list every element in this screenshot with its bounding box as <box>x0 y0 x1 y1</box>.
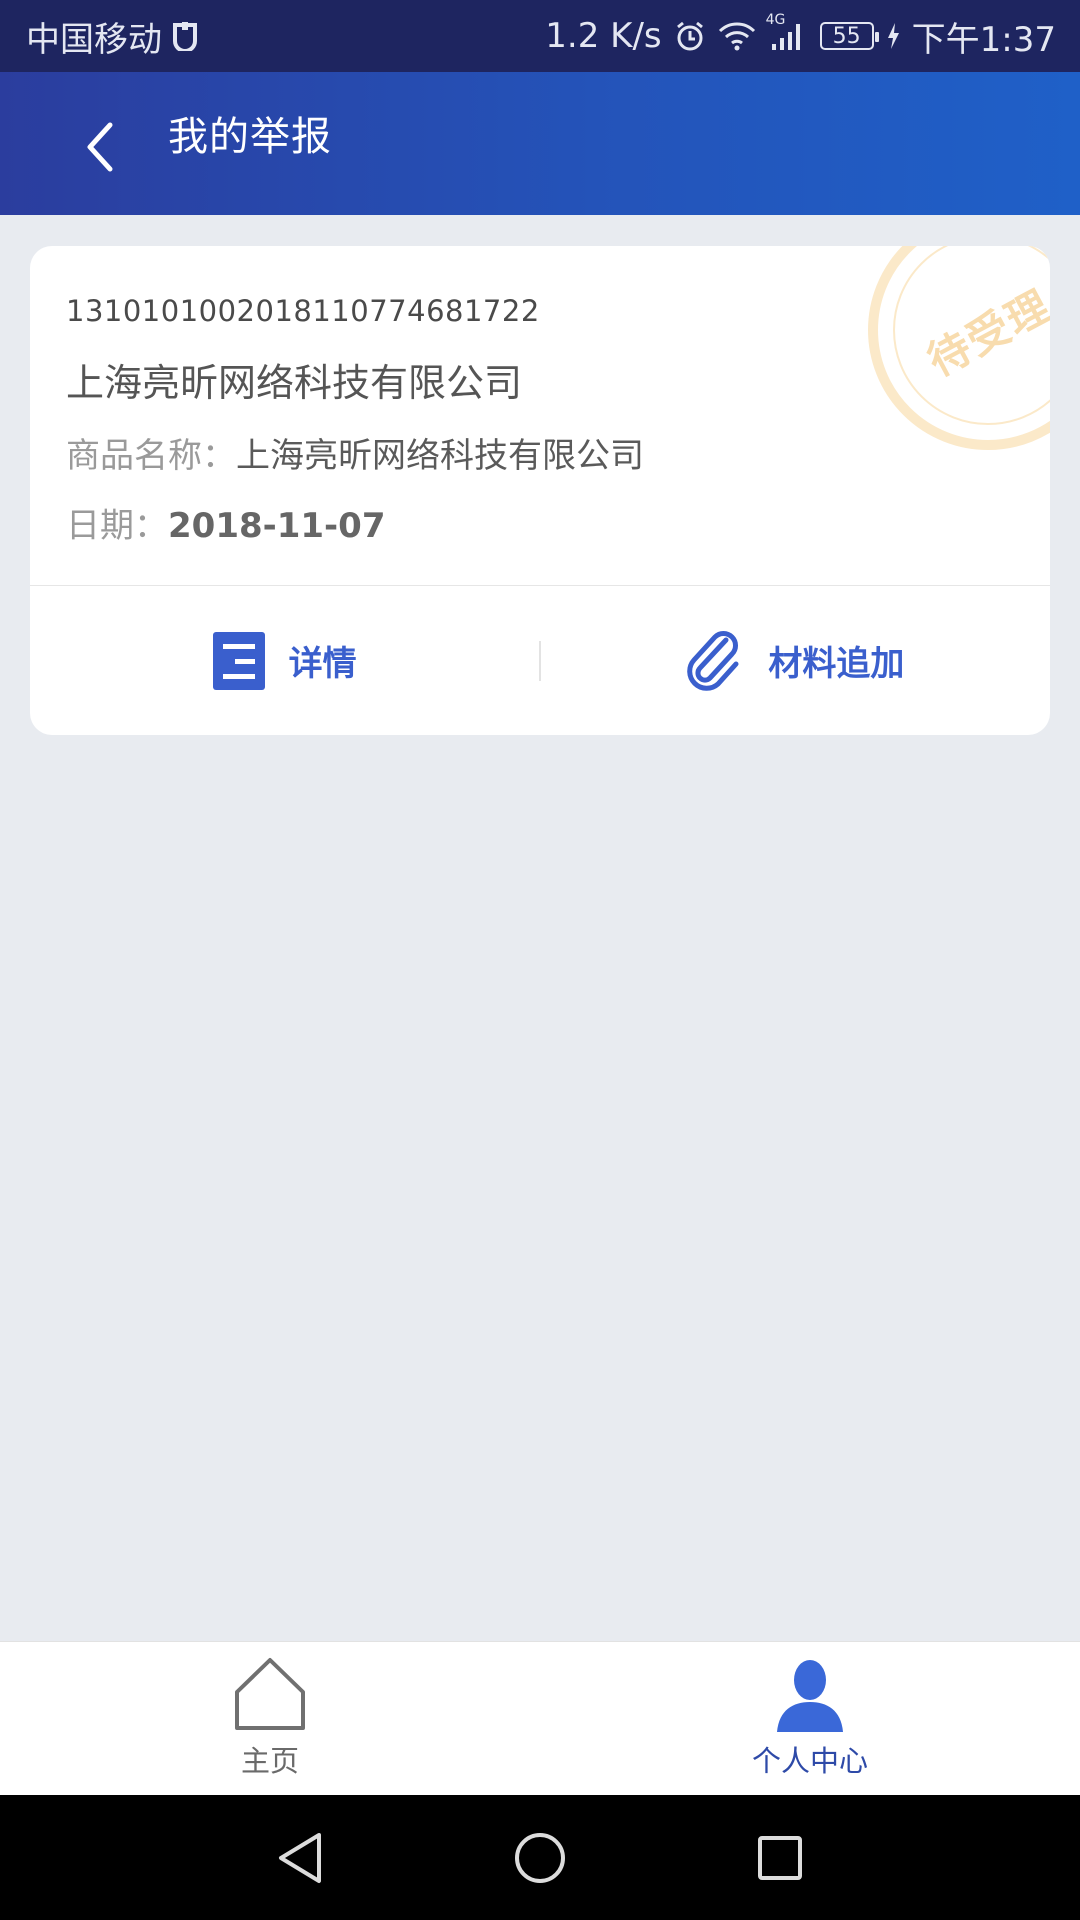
triangle-back-icon <box>279 1832 321 1883</box>
report-id: 1310101002018110774681722 <box>66 294 540 328</box>
carrier-name: 中国移动 <box>26 19 162 60</box>
add-material-label: 材料追加 <box>768 644 905 684</box>
date-label: 日期： <box>66 506 168 546</box>
paperclip-icon <box>687 630 739 691</box>
detail-button[interactable]: 详情 <box>30 586 539 735</box>
product-row: 商品名称：上海亮昕网络科技有限公司 <box>66 428 644 477</box>
nav-item-home[interactable]: 主页 <box>0 1642 540 1795</box>
square-recents-icon <box>758 1835 802 1880</box>
system-home-button[interactable] <box>420 1795 660 1920</box>
circle-home-icon <box>515 1832 565 1883</box>
company-name: 上海亮昕网络科技有限公司 <box>66 361 523 405</box>
home-icon <box>235 1658 305 1730</box>
report-card: 待受理 1310101002018110774681722 上海亮昕网络科技有限… <box>30 246 1050 735</box>
add-material-button[interactable]: 材料追加 <box>541 586 1050 735</box>
status-stamp: 待受理 <box>868 246 1050 450</box>
detail-label: 详情 <box>288 644 357 684</box>
document-icon <box>212 631 265 690</box>
network-speed: 1.2 K/s <box>545 16 662 56</box>
system-nav-bar <box>0 1795 1080 1920</box>
battery-level: 55 <box>832 23 861 49</box>
wifi-icon <box>718 21 756 51</box>
network-type: 4G <box>765 12 786 28</box>
page-title: 我的举报 <box>168 114 332 160</box>
date-row: 日期：2018-11-07 <box>66 498 385 547</box>
app-header: 我的举报 <box>0 72 1080 215</box>
status-stamp-text: 待受理 <box>919 280 1050 386</box>
system-recents-button[interactable] <box>660 1795 900 1920</box>
bottom-nav: 主页 个人中心 <box>0 1641 1080 1795</box>
alarm-icon <box>674 20 706 52</box>
nav-item-profile[interactable]: 个人中心 <box>540 1642 1080 1795</box>
battery-icon: 55 <box>819 22 879 50</box>
user-icon <box>777 1660 843 1732</box>
clock: 下午1:37 <box>911 19 1056 60</box>
status-right: 1.2 K/s 4G 55 下午1:37 <box>545 12 1056 61</box>
nav-home-label: 主页 <box>240 1744 299 1778</box>
product-label: 商品名称： <box>66 436 236 476</box>
system-back-button[interactable] <box>180 1795 420 1920</box>
status-bar: 中国移动 1.2 K/s 4G 55 下午1:37 <box>0 0 1080 72</box>
notification-icon <box>172 21 198 51</box>
chevron-left-icon <box>87 122 113 172</box>
card-actions: 详情 材料追加 <box>30 586 1050 735</box>
status-left: 中国移动 <box>26 12 198 61</box>
cell-signal-icon: 4G <box>766 12 808 52</box>
report-card-body[interactable]: 待受理 1310101002018110774681722 上海亮昕网络科技有限… <box>30 246 1050 586</box>
back-button[interactable] <box>70 112 130 182</box>
nav-profile-label: 个人中心 <box>751 1744 868 1778</box>
charging-icon <box>886 22 900 50</box>
date-value: 2018-11-07 <box>168 506 386 546</box>
product-value: 上海亮昕网络科技有限公司 <box>236 436 644 476</box>
